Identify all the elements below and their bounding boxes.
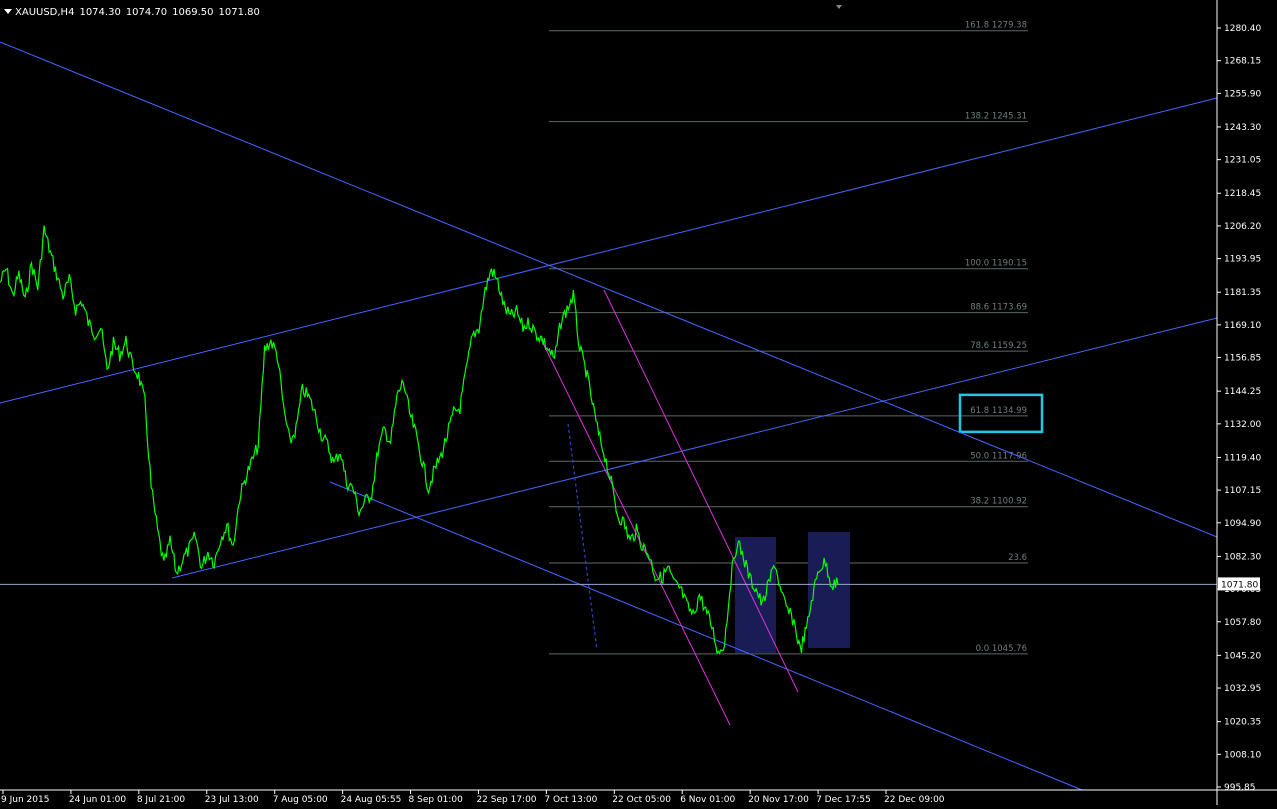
- x-tick-label: 22 Oct 05:00: [612, 795, 671, 805]
- range-boxes[interactable]: [735, 532, 850, 653]
- y-tick-label: 1057.80: [1224, 618, 1261, 628]
- y-tick-label: 1132.00: [1224, 420, 1261, 430]
- fib-level-label: 100.0 1190.15: [965, 259, 1027, 269]
- y-tick-label: 1193.95: [1224, 255, 1261, 265]
- chart-header: XAUUSD,H4 1074.30 1074.70 1069.50 1071.80: [4, 6, 265, 20]
- fib-level-label: 88.6 1173.69: [970, 303, 1027, 313]
- x-tick-label: 22 Dec 09:00: [884, 795, 945, 805]
- dotted-trend-line: [567, 423, 598, 651]
- fib-level-label: 0.0 1045.76: [976, 644, 1027, 654]
- y-tick-label: 1144.25: [1224, 387, 1261, 397]
- x-tick-label: 24 Jun 01:00: [69, 795, 126, 805]
- magenta-channel-line: [603, 289, 799, 693]
- y-tick-label: 1032.95: [1224, 684, 1261, 694]
- fib-level-label: 161.8 1279.38: [965, 21, 1027, 31]
- high-value: 1074.70: [125, 7, 168, 18]
- dropdown-triangle-icon[interactable]: [4, 9, 12, 14]
- shift-marker-icon: [836, 5, 842, 9]
- y-tick-label: 1255.90: [1224, 89, 1261, 99]
- x-tick-label: 22 Sep 17:00: [476, 795, 536, 805]
- y-tick-label: 1218.45: [1224, 189, 1261, 199]
- time-axis: 9 Jun 2015 24 Jun 01:00 8 Jul 21:00 23 Jul …: [1, 790, 945, 805]
- blue-trend-line: [0, 41, 1218, 538]
- x-tick-label: 9 Jun 2015: [1, 795, 49, 805]
- magenta-channel-line: [539, 336, 731, 726]
- y-tick-label: 1020.35: [1224, 718, 1261, 728]
- y-tick-label: 1206.20: [1224, 222, 1261, 232]
- x-tick-label: 23 Jul 13:00: [205, 795, 259, 805]
- y-tick-label: 995.85: [1224, 783, 1256, 793]
- blue-trend-line: [329, 481, 1083, 791]
- y-tick-label: 1082.30: [1224, 552, 1261, 562]
- x-tick-label: 20 Nov 17:00: [748, 795, 809, 805]
- x-tick-label: 7 Dec 17:55: [816, 795, 871, 805]
- symbol-label: XAUUSD,H4: [15, 7, 75, 18]
- y-tick-label: 1094.90: [1224, 519, 1261, 529]
- y-tick-label: 1008.10: [1224, 750, 1261, 760]
- x-tick-label: 8 Jul 21:00: [137, 795, 186, 805]
- x-tick-label: 7 Aug 05:00: [273, 795, 328, 805]
- y-tick-label: 1107.15: [1224, 486, 1261, 496]
- open-value: 1074.30: [79, 7, 121, 18]
- y-tick-label: 1243.30: [1224, 123, 1261, 133]
- y-tick-label: 1231.05: [1224, 156, 1261, 166]
- y-tick-label: 1268.15: [1224, 57, 1261, 67]
- y-tick-label: 1045.20: [1224, 651, 1261, 661]
- x-tick-label: 8 Sep 01:00: [409, 795, 464, 805]
- price-chart[interactable]: 161.8 1279.38 138.2 1245.31 100.0 1190.15 8…: [0, 0, 1277, 805]
- fib-level-label: 138.2 1245.31: [965, 112, 1027, 122]
- y-tick-label: 1280.40: [1224, 24, 1261, 34]
- current-price-label: 1071.80: [1221, 580, 1258, 590]
- y-tick-label: 1181.35: [1224, 288, 1261, 298]
- blue-trend-line: [0, 97, 1218, 404]
- x-tick-label: 24 Aug 05:55: [341, 795, 402, 805]
- x-tick-label: 6 Nov 01:00: [680, 795, 735, 805]
- fib-level-label: 38.2 1100.92: [970, 497, 1027, 507]
- low-value: 1069.50: [172, 7, 214, 18]
- chart-area[interactable]: 161.8 1279.38 138.2 1245.31 100.0 1190.15 8…: [0, 0, 1277, 805]
- fib-level-label: 23.6: [1008, 553, 1027, 563]
- price-series: [0, 225, 839, 655]
- fibonacci-retracement[interactable]: 161.8 1279.38 138.2 1245.31 100.0 1190.15 8…: [549, 21, 1044, 655]
- price-axis: 1280.40 1268.15 1255.90 1243.30 1231.05 1218.…: [1217, 24, 1261, 793]
- xauusd-price-line: [0, 225, 839, 655]
- x-tick-label: 7 Oct 13:00: [544, 795, 597, 805]
- range-box-2: [808, 532, 850, 648]
- y-tick-label: 1119.40: [1224, 453, 1261, 463]
- close-value: 1071.80: [218, 7, 260, 18]
- y-tick-label: 1156.85: [1224, 354, 1261, 364]
- fib-level-label: 61.8 1134.99: [970, 406, 1027, 416]
- y-tick-label: 1169.10: [1224, 321, 1261, 331]
- fib-level-label: 78.6 1159.25: [970, 341, 1027, 351]
